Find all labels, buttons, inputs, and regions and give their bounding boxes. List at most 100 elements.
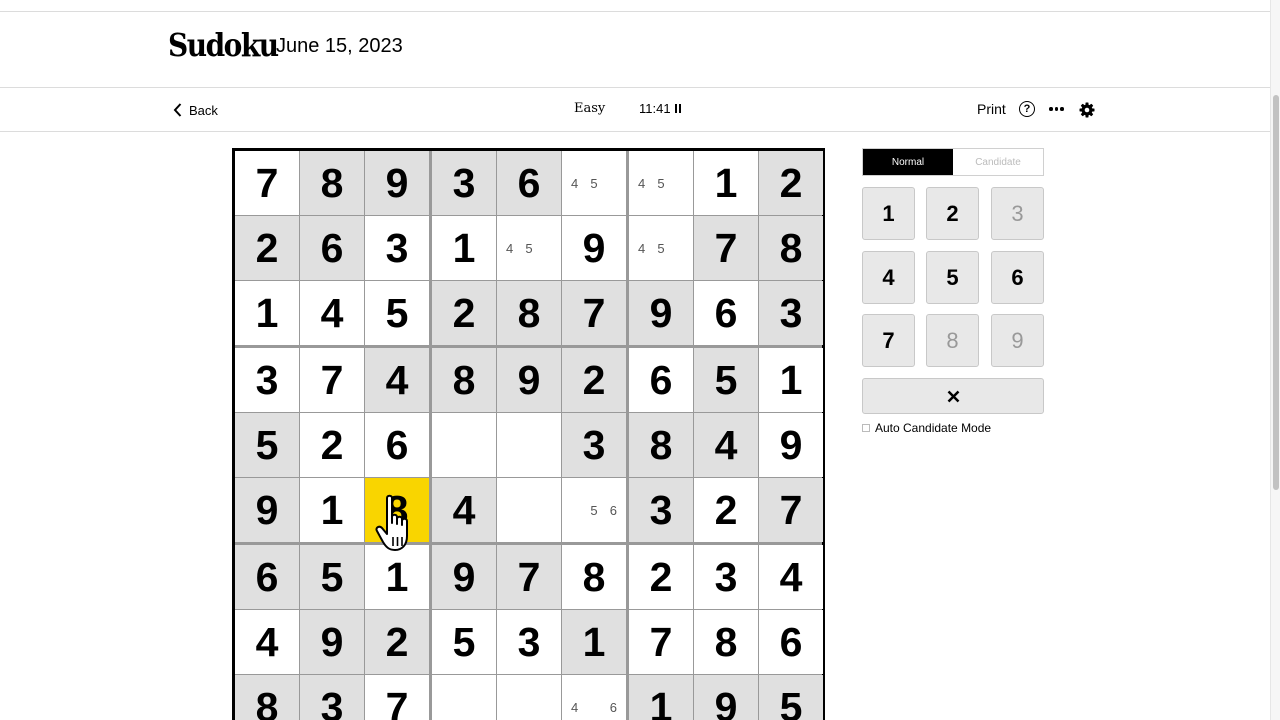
board-cell[interactable]: 8 — [497, 281, 561, 345]
board-cell[interactable]: 7 — [562, 281, 626, 345]
pause-icon[interactable] — [674, 104, 681, 113]
board-cell[interactable]: 2 — [562, 348, 626, 412]
board-cell[interactable]: 3 — [300, 675, 364, 720]
board-cell[interactable]: 3 — [629, 478, 693, 542]
board-cell[interactable]: 1 — [562, 610, 626, 674]
board-cell[interactable]: 8 — [562, 545, 626, 609]
numpad-key[interactable]: 8 — [926, 314, 979, 367]
board-cell[interactable]: 9 — [497, 348, 561, 412]
board-cell[interactable]: 3 — [497, 610, 561, 674]
board-cell[interactable]: 6 — [300, 216, 364, 280]
board-cell[interactable]: 1 — [629, 675, 693, 720]
board-cell[interactable]: 8 — [432, 348, 496, 412]
numpad-key[interactable]: 2 — [926, 187, 979, 240]
board-cell[interactable]: 9 — [562, 216, 626, 280]
numpad-key[interactable]: 1 — [862, 187, 915, 240]
numpad-key[interactable]: 6 — [991, 251, 1044, 304]
board-cell[interactable]: 6 — [759, 610, 823, 674]
board-cell[interactable]: 7 — [759, 478, 823, 542]
board-cell[interactable]: 6 — [629, 348, 693, 412]
board-cell[interactable]: 45 — [629, 216, 693, 280]
board-cell[interactable] — [432, 675, 496, 720]
board-cell[interactable]: 1 — [235, 281, 299, 345]
board-cell[interactable]: 2 — [759, 151, 823, 215]
board-cell[interactable]: 4 — [759, 545, 823, 609]
board-cell[interactable]: 8 — [365, 478, 429, 542]
board-cell[interactable]: 3 — [562, 413, 626, 477]
board-cell[interactable]: 6 — [365, 413, 429, 477]
numpad-key[interactable]: 4 — [862, 251, 915, 304]
board-cell[interactable]: 9 — [235, 478, 299, 542]
board-cell[interactable]: 45 — [562, 151, 626, 215]
board-cell[interactable]: 6 — [235, 545, 299, 609]
numpad-key[interactable]: 7 — [862, 314, 915, 367]
board-cell[interactable]: 3 — [432, 151, 496, 215]
mode-normal[interactable]: Normal — [863, 149, 953, 175]
board-cell[interactable]: 56 — [562, 478, 626, 542]
print-button[interactable]: Print — [977, 101, 1006, 117]
board-cell[interactable]: 4 — [300, 281, 364, 345]
board-cell[interactable]: 9 — [629, 281, 693, 345]
board-cell[interactable]: 4 — [694, 413, 758, 477]
board-cell[interactable] — [432, 413, 496, 477]
board-cell[interactable]: 9 — [432, 545, 496, 609]
board-cell[interactable]: 7 — [629, 610, 693, 674]
mode-candidate[interactable]: Candidate — [953, 149, 1043, 175]
more-icon[interactable] — [1049, 107, 1064, 111]
board-cell[interactable]: 45 — [497, 216, 561, 280]
board-cell[interactable]: 7 — [365, 675, 429, 720]
board-cell[interactable]: 9 — [694, 675, 758, 720]
board-cell[interactable] — [497, 413, 561, 477]
board-cell[interactable]: 2 — [235, 216, 299, 280]
board-cell[interactable] — [497, 478, 561, 542]
board-cell[interactable]: 7 — [300, 348, 364, 412]
board-cell[interactable]: 3 — [694, 545, 758, 609]
board-cell[interactable]: 4 — [432, 478, 496, 542]
gear-icon[interactable] — [1079, 102, 1095, 118]
board-cell[interactable]: 6 — [497, 151, 561, 215]
board-cell[interactable]: 2 — [432, 281, 496, 345]
board-cell[interactable]: 7 — [497, 545, 561, 609]
board-cell[interactable]: 45 — [629, 151, 693, 215]
scrollbar-thumb[interactable] — [1273, 95, 1279, 490]
board-cell[interactable]: 3 — [365, 216, 429, 280]
board-cell[interactable] — [497, 675, 561, 720]
board-cell[interactable]: 5 — [694, 348, 758, 412]
board-cell[interactable]: 9 — [300, 610, 364, 674]
board-cell[interactable]: 6 — [694, 281, 758, 345]
help-icon[interactable]: ? — [1019, 101, 1035, 117]
back-button[interactable]: Back — [172, 100, 218, 120]
auto-candidate-checkbox[interactable] — [862, 424, 870, 432]
board-cell[interactable]: 5 — [365, 281, 429, 345]
board-cell[interactable]: 1 — [432, 216, 496, 280]
board-cell[interactable]: 8 — [235, 675, 299, 720]
board-cell[interactable]: 8 — [629, 413, 693, 477]
board-cell[interactable]: 5 — [300, 545, 364, 609]
board-cell[interactable]: 3 — [235, 348, 299, 412]
board-cell[interactable]: 8 — [300, 151, 364, 215]
board-cell[interactable]: 2 — [365, 610, 429, 674]
numpad-key[interactable]: 9 — [991, 314, 1044, 367]
board-cell[interactable]: 1 — [694, 151, 758, 215]
board-cell[interactable]: 8 — [759, 216, 823, 280]
board-cell[interactable]: 3 — [759, 281, 823, 345]
board-cell[interactable]: 1 — [365, 545, 429, 609]
board-cell[interactable]: 5 — [759, 675, 823, 720]
board-cell[interactable]: 7 — [235, 151, 299, 215]
board-cell[interactable]: 9 — [759, 413, 823, 477]
board-cell[interactable]: 4 — [235, 610, 299, 674]
board-cell[interactable]: 7 — [694, 216, 758, 280]
board-cell[interactable]: 5 — [432, 610, 496, 674]
board-cell[interactable]: 2 — [629, 545, 693, 609]
board-cell[interactable]: 2 — [300, 413, 364, 477]
erase-button[interactable] — [862, 378, 1044, 414]
board-cell[interactable]: 1 — [300, 478, 364, 542]
board-cell[interactable]: 46 — [562, 675, 626, 720]
numpad-key[interactable]: 5 — [926, 251, 979, 304]
board-cell[interactable]: 8 — [694, 610, 758, 674]
board-cell[interactable]: 5 — [235, 413, 299, 477]
page-scrollbar[interactable] — [1270, 0, 1280, 720]
board-cell[interactable]: 4 — [365, 348, 429, 412]
numpad-key[interactable]: 3 — [991, 187, 1044, 240]
board-cell[interactable]: 2 — [694, 478, 758, 542]
